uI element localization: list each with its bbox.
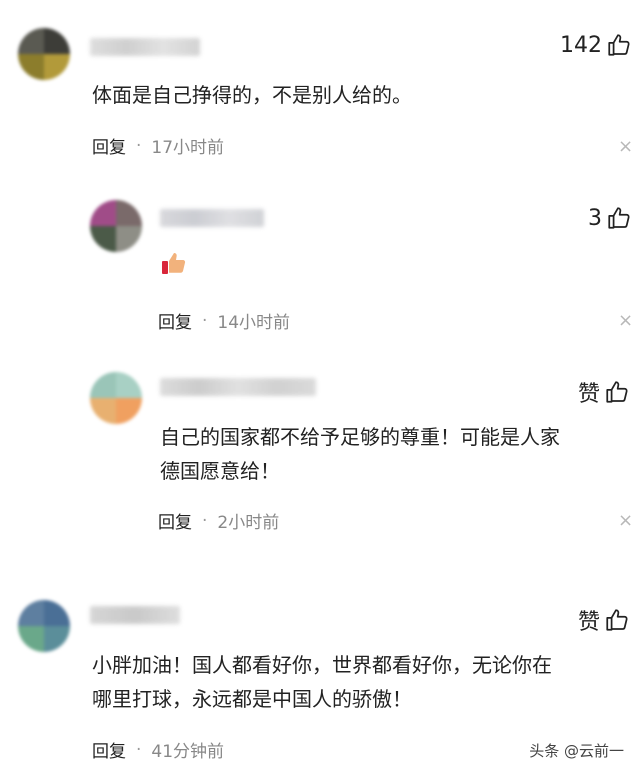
thumbs-up-icon — [606, 381, 628, 403]
close-icon[interactable]: × — [618, 310, 633, 331]
comment-meta: 回复 · 41分钟前 — [92, 737, 225, 763]
avatar[interactable] — [18, 600, 70, 652]
reply-button[interactable]: 回复 — [92, 133, 126, 158]
like-count: 3 — [588, 205, 602, 231]
thumbs-up-emoji-icon — [162, 253, 186, 274]
thumbs-up-icon — [608, 34, 630, 56]
username[interactable] — [90, 606, 180, 624]
comment-meta: 回复 · 2小时前 — [158, 508, 280, 534]
timestamp: 17小时前 — [151, 138, 225, 158]
comment-text: 体面是自己挣得的，不是别人给的。 — [92, 83, 412, 107]
like-label: 赞 — [578, 382, 601, 407]
reply-button[interactable]: 回复 — [158, 508, 192, 533]
thumbs-up-icon — [606, 609, 628, 631]
close-icon[interactable]: × — [618, 136, 633, 157]
comment-text: 自己的国家都不给予足够的尊重！可能是人家 德国愿意给！ — [160, 425, 560, 483]
close-icon[interactable]: × — [618, 510, 633, 531]
avatar[interactable] — [90, 372, 142, 424]
reply-button[interactable]: 回复 — [158, 308, 192, 333]
like-button[interactable]: 142 — [560, 32, 632, 58]
username[interactable] — [160, 378, 316, 396]
reply-button[interactable]: 回复 — [92, 737, 126, 762]
separator-dot: · — [202, 510, 208, 531]
comment-meta: 回复 · 17小时前 — [92, 133, 225, 159]
timestamp: 2小时前 — [217, 513, 280, 533]
thumbs-up-icon — [608, 207, 630, 229]
separator-dot: · — [136, 135, 142, 156]
comment-meta: 回复 · 14小时前 — [158, 308, 291, 334]
like-button[interactable]: 赞 — [578, 376, 630, 408]
like-button[interactable]: 赞 — [578, 604, 630, 636]
comment-2: 3 回复 · 14小时前 × — [0, 175, 640, 350]
like-count: 142 — [560, 32, 602, 58]
username[interactable] — [160, 209, 264, 227]
avatar[interactable] — [18, 28, 70, 80]
separator-dot: · — [136, 739, 142, 760]
comment-text: 小胖加油！国人都看好你，世界都看好你，无论你在 哪里打球，永远都是中国人的骄傲！ — [92, 653, 552, 711]
separator-dot: · — [202, 310, 208, 331]
comment-1: 142 体面是自己挣得的，不是别人给的。 回复 · 17小时前 × — [0, 0, 640, 175]
timestamp: 14小时前 — [217, 313, 291, 333]
username[interactable] — [90, 38, 200, 56]
like-button[interactable]: 3 — [588, 205, 632, 231]
comment-3: 赞 自己的国家都不给予足够的尊重！可能是人家 德国愿意给！ 回复 · 2小时前 … — [0, 350, 640, 570]
timestamp: 41分钟前 — [151, 742, 225, 762]
like-label: 赞 — [578, 610, 601, 635]
avatar[interactable] — [90, 200, 142, 252]
watermark: 头条 @云前一 — [525, 738, 628, 763]
